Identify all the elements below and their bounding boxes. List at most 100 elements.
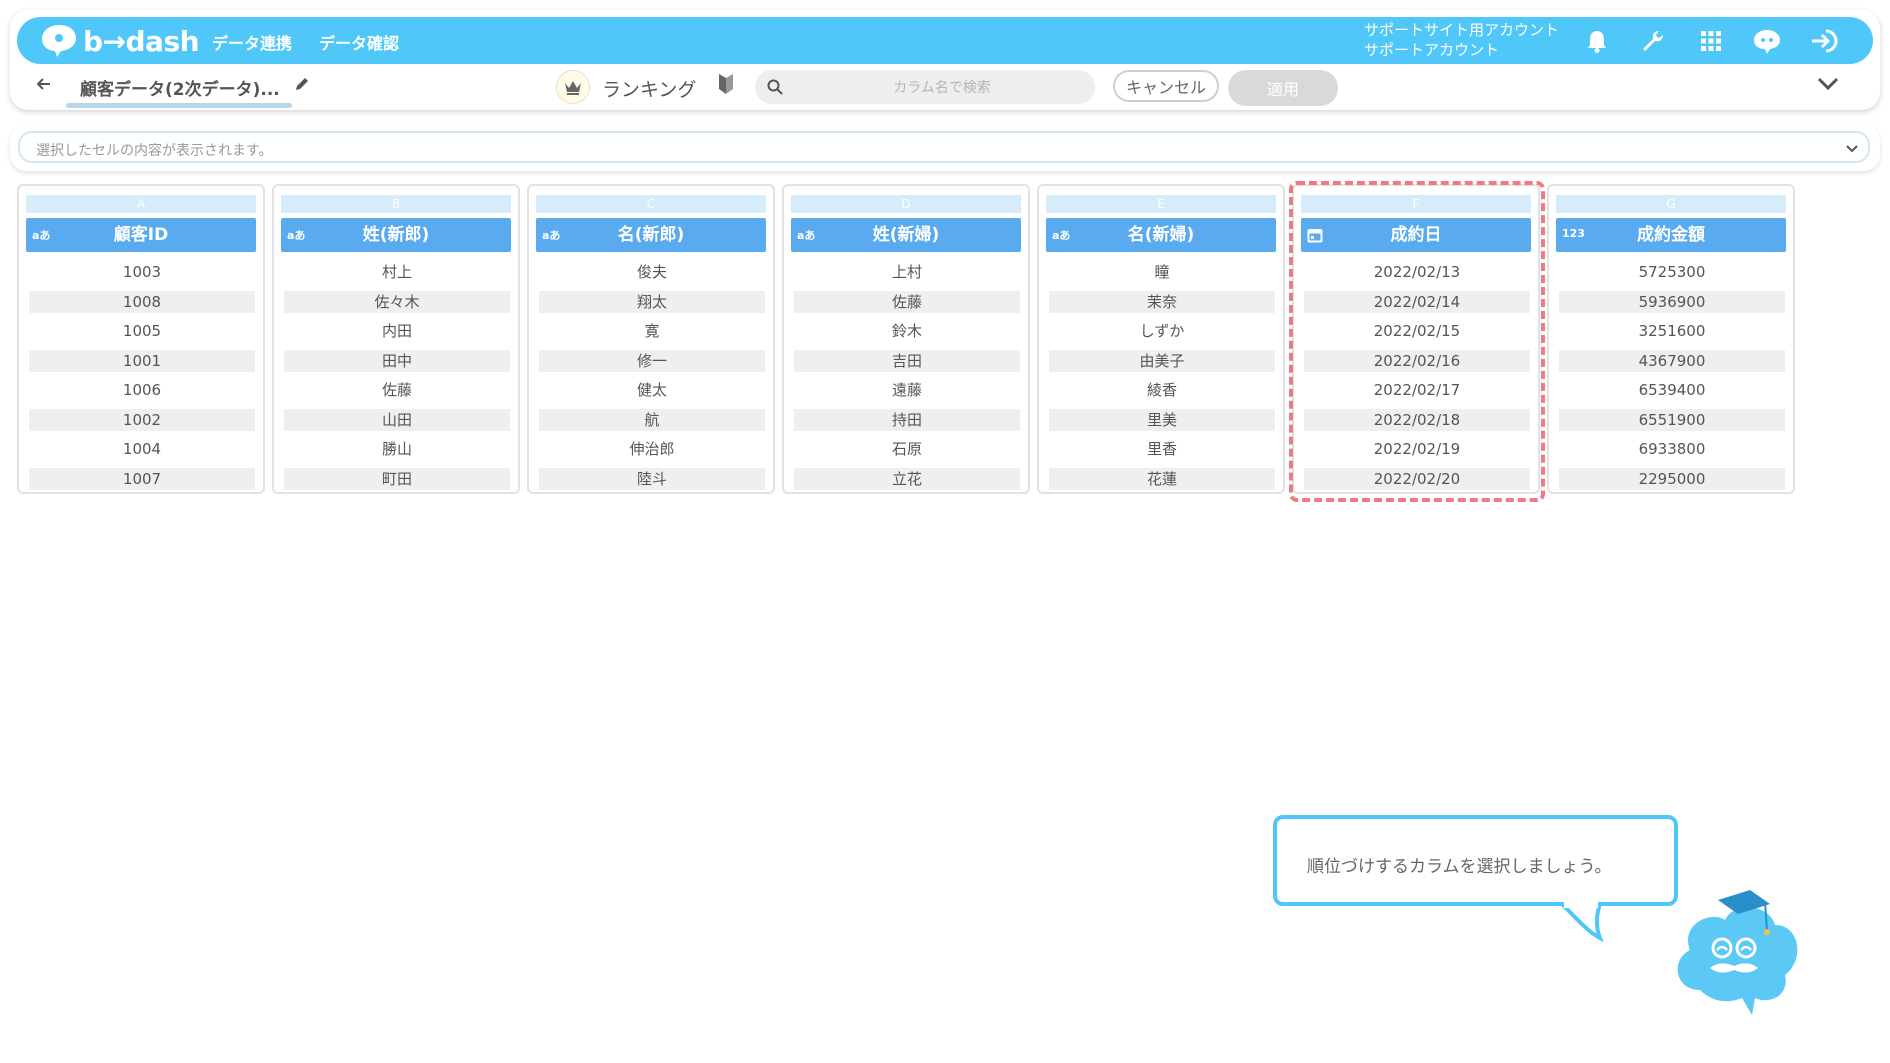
column-title: 成約日 xyxy=(1390,225,1442,245)
table-cell[interactable]: 2022/02/13 xyxy=(1304,261,1530,283)
column-g[interactable]: G 123 成約金額 5725300 5936900 3251600 4367900 6539… xyxy=(1547,184,1795,494)
table-cell[interactable]: 5936900 xyxy=(1559,290,1785,313)
table-cell[interactable]: 花蓮 xyxy=(1049,467,1275,490)
table-cell[interactable]: 2022/02/19 xyxy=(1304,438,1530,460)
column-a[interactable]: Aaあ 顧客ID 1003 1008 1005 1001 1006 1002 1004 1007 xyxy=(17,184,265,494)
table-cell[interactable]: 1005 xyxy=(29,320,255,342)
table-cell[interactable]: 2022/02/16 xyxy=(1304,349,1530,372)
logo-bubble-icon xyxy=(42,25,76,57)
table-cell[interactable]: 4367900 xyxy=(1559,349,1785,372)
table-cell[interactable]: 勝山 xyxy=(284,438,510,460)
table-cell[interactable]: 1007 xyxy=(29,467,255,490)
table-cell[interactable]: 吉田 xyxy=(794,349,1020,372)
table-cell[interactable]: 1008 xyxy=(29,290,255,313)
table-cell[interactable]: 1004 xyxy=(29,438,255,460)
beginner-mark-icon[interactable] xyxy=(717,72,735,100)
table-cell[interactable]: 1002 xyxy=(29,408,255,431)
table-cell[interactable]: 遠藤 xyxy=(794,379,1020,401)
apply-button[interactable]: 適用 xyxy=(1228,70,1338,106)
table-cell[interactable]: しずか xyxy=(1049,320,1275,342)
nav-data-check[interactable]: データ確認 xyxy=(319,30,399,54)
table-cell[interactable]: 町田 xyxy=(284,467,510,490)
table-cell[interactable]: 1001 xyxy=(29,349,255,372)
column-d[interactable]: Daあ 姓(新婦) 上村佐藤鈴木吉田遠藤持田石原立花 xyxy=(782,184,1030,494)
pencil-icon[interactable] xyxy=(294,76,310,96)
table-cell[interactable]: 寛 xyxy=(539,320,765,342)
chevron-down-icon[interactable] xyxy=(1816,76,1840,96)
table-cell[interactable]: 6539400 xyxy=(1559,379,1785,401)
table-cell[interactable]: 山田 xyxy=(284,408,510,431)
nav-data-integration[interactable]: データ連携 xyxy=(212,30,292,54)
column-header[interactable]: aあ 名(新婦) xyxy=(1046,218,1276,252)
column-letter: A xyxy=(26,195,256,213)
wrench-icon[interactable] xyxy=(1637,25,1669,57)
table-cell[interactable]: 茉奈 xyxy=(1049,290,1275,313)
column-header[interactable]: aあ 姓(新婦) xyxy=(791,218,1021,252)
column-header[interactable]: aあ 顧客ID xyxy=(26,218,256,252)
table-cell[interactable]: 里美 xyxy=(1049,408,1275,431)
chat-icon[interactable] xyxy=(1751,25,1783,57)
text-type-icon: aあ xyxy=(797,229,816,242)
table-cell[interactable]: 5725300 xyxy=(1559,261,1785,283)
search-input[interactable] xyxy=(795,73,1089,103)
table-cell[interactable]: 俊夫 xyxy=(539,261,765,283)
column-title: 名(新婦) xyxy=(1127,225,1195,245)
table-cell[interactable]: 内田 xyxy=(284,320,510,342)
table-cell[interactable]: 2022/02/14 xyxy=(1304,290,1530,313)
table-cell[interactable]: 2022/02/20 xyxy=(1304,467,1530,490)
table-cell[interactable]: 1003 xyxy=(29,261,255,283)
table-cell[interactable]: 健太 xyxy=(539,379,765,401)
table-cell[interactable]: 瞳 xyxy=(1049,261,1275,283)
column-f[interactable]: F 成約日 2022/02/13 2022/02/14 2022/02/15 2022/0… xyxy=(1292,184,1540,494)
column-e[interactable]: Eaあ 名(新婦) 瞳茉奈 しずか 由美子 綾香 里美 里香 花蓮 xyxy=(1037,184,1285,494)
cell-bar-chevron-down-icon[interactable] xyxy=(1846,138,1858,157)
table-cell[interactable]: 3251600 xyxy=(1559,320,1785,342)
table-cell[interactable]: 佐々木 xyxy=(284,290,510,313)
cell-content-display[interactable]: 選択したセルの内容が表示されます。 xyxy=(18,131,1870,163)
table-cell[interactable]: 石原 xyxy=(794,438,1020,460)
column-header[interactable]: 成約日 xyxy=(1301,218,1531,252)
text-type-icon: aあ xyxy=(1052,229,1071,242)
table-cell[interactable]: 田中 xyxy=(284,349,510,372)
table-cell[interactable]: 伸治郎 xyxy=(539,438,765,460)
table-cell[interactable]: 修一 xyxy=(539,349,765,372)
account-info[interactable]: サポートサイト用アカウント サポートアカウント xyxy=(1364,20,1559,60)
table-cell[interactable]: 綾香 xyxy=(1049,379,1275,401)
column-letter: D xyxy=(791,195,1021,213)
table-cell[interactable]: 上村 xyxy=(794,261,1020,283)
table-cell[interactable]: 2022/02/18 xyxy=(1304,408,1530,431)
table-cell[interactable]: 持田 xyxy=(794,408,1020,431)
table-cell[interactable]: 由美子 xyxy=(1049,349,1275,372)
logout-icon[interactable] xyxy=(1809,25,1841,57)
toolbar: 顧客データ(2次データ)... ランキング キャンセル 適用 xyxy=(10,64,1880,110)
table-cell[interactable]: 佐藤 xyxy=(794,290,1020,313)
table-cell[interactable]: 6933800 xyxy=(1559,438,1785,460)
dataset-name[interactable]: 顧客データ(2次データ)... xyxy=(80,75,280,100)
table-cell[interactable]: 2022/02/17 xyxy=(1304,379,1530,401)
back-arrow-icon[interactable] xyxy=(36,76,52,96)
table-cell[interactable]: 村上 xyxy=(284,261,510,283)
table-cell[interactable]: 航 xyxy=(539,408,765,431)
column-header[interactable]: aあ 名(新郎) xyxy=(536,218,766,252)
column-c[interactable]: Caあ 名(新郎) 俊夫 翔太寛修一 健太航伸治郎 陸斗 xyxy=(527,184,775,494)
guide-tooltip-text: 順位づけするカラムを選択しましょう。 xyxy=(1307,857,1612,877)
header-card: b→dash データ連携 データ確認 サポートサイト用アカウント サポートアカウ… xyxy=(10,10,1880,110)
table-cell[interactable]: 立花 xyxy=(794,467,1020,490)
column-header[interactable]: aあ 姓(新郎) xyxy=(281,218,511,252)
table-cell[interactable]: 翔太 xyxy=(539,290,765,313)
column-letter: B xyxy=(281,195,511,213)
table-cell[interactable]: 1006 xyxy=(29,379,255,401)
table-cell[interactable]: 2022/02/15 xyxy=(1304,320,1530,342)
table-cell[interactable]: 6551900 xyxy=(1559,408,1785,431)
table-cell[interactable]: 鈴木 xyxy=(794,320,1020,342)
table-cell[interactable]: 2295000 xyxy=(1559,467,1785,490)
column-header[interactable]: 123 成約金額 xyxy=(1556,218,1786,252)
column-b[interactable]: Baあ 姓(新郎) 村上佐々木内田田中佐藤山田勝山町田 xyxy=(272,184,520,494)
table-cell[interactable]: 佐藤 xyxy=(284,379,510,401)
bell-icon[interactable] xyxy=(1581,25,1613,57)
table-cell[interactable]: 里香 xyxy=(1049,438,1275,460)
logo[interactable]: b→dash xyxy=(39,23,200,59)
cancel-button[interactable]: キャンセル xyxy=(1113,70,1219,102)
table-cell[interactable]: 陸斗 xyxy=(539,467,765,490)
grid-icon[interactable] xyxy=(1695,25,1727,57)
